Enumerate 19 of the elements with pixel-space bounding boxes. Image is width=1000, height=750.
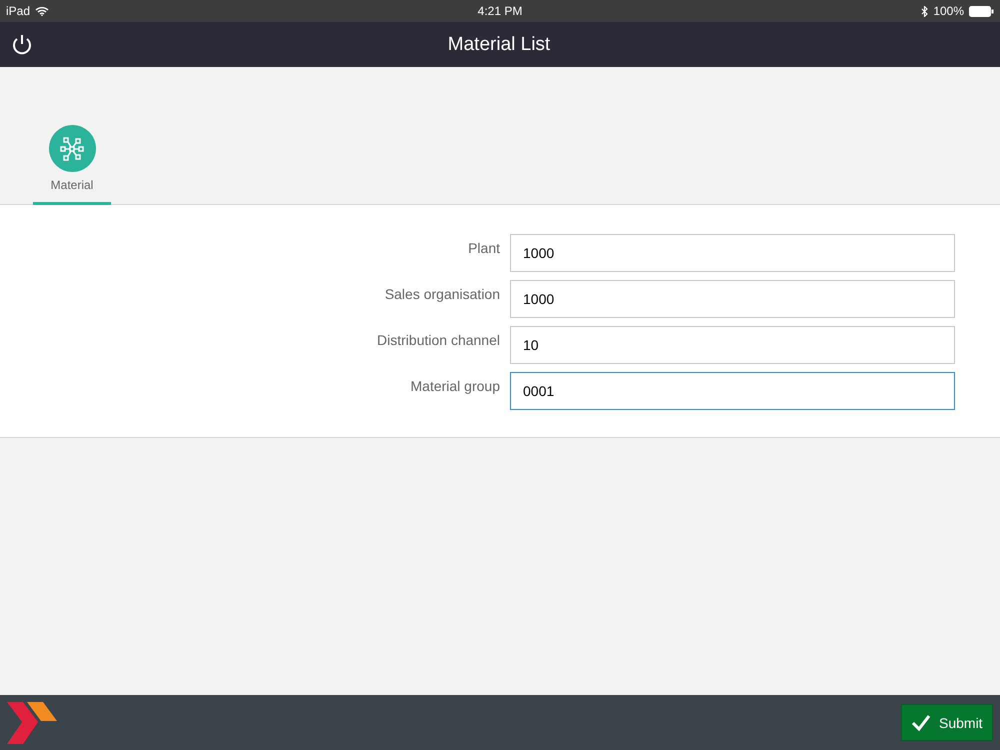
text-field[interactable]: 10 xyxy=(510,326,955,364)
device-name: iPad xyxy=(6,4,30,18)
battery-percent: 100% xyxy=(933,4,964,18)
page-title: Material List xyxy=(446,34,552,56)
field-label: Distribution channel xyxy=(376,331,500,350)
text-field[interactable]: 1000 xyxy=(510,280,955,318)
power-icon[interactable] xyxy=(10,32,34,56)
text-field[interactable]: 0001 xyxy=(510,372,955,410)
network-nodes-icon xyxy=(59,136,85,162)
wifi-icon xyxy=(35,6,50,16)
bluetooth-icon xyxy=(921,6,928,16)
battery-icon xyxy=(969,6,994,16)
field-label: Sales organisation xyxy=(384,285,500,304)
checkmark-icon xyxy=(911,714,931,732)
field-label: Material group xyxy=(410,377,500,396)
field-label: Plant xyxy=(467,239,500,258)
submit-button[interactable]: Submit xyxy=(901,704,993,741)
clock: 4:21 PM xyxy=(478,4,522,18)
text-field[interactable]: 1000 xyxy=(510,234,955,272)
